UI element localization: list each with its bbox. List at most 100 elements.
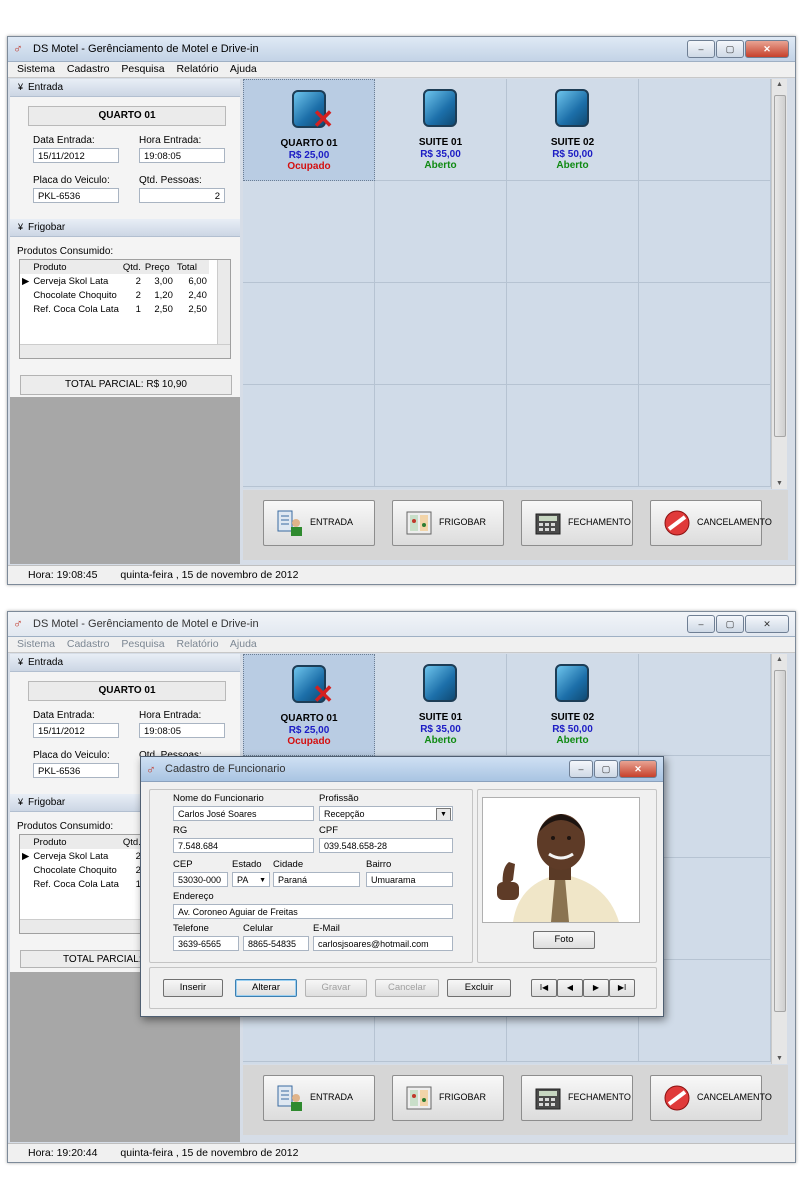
empty-room-slot[interactable] [639,385,771,487]
close-button[interactable]: ✕ [745,40,789,58]
fechamento-button[interactable]: FECHAMENTO [521,1075,633,1121]
room-card[interactable]: SUITE 02 R$ 50,00 Aberto [507,654,639,756]
frigobar-button[interactable]: FRIGOBAR [392,1075,504,1121]
menu-cadastro[interactable]: Cadastro [67,638,110,650]
pessoas-field[interactable]: 2 [139,188,225,203]
estado-select[interactable]: PA ▼ [232,872,270,887]
room-card[interactable]: ✕ QUARTO 01 R$ 25,00 Ocupado [243,79,375,181]
cpf-field[interactable]: 039.548.658-28 [319,838,453,853]
maximize-button[interactable]: ▢ [716,615,744,633]
maximize-button[interactable]: ▢ [716,40,744,58]
nome-field[interactable]: Carlos José Soares [173,806,314,821]
menu-pesquisa[interactable]: Pesquisa [121,638,164,650]
produtos-grid[interactable]: Produto Qtd. Preço Total ▶ Cerveja Skol … [19,259,231,359]
excluir-button[interactable]: Excluir [447,979,511,997]
table-row[interactable]: ▶ Cerveja Skol Lata 2 3,00 6,00 [20,274,209,288]
hora-entrada-field[interactable]: 19:08:05 [139,723,225,738]
rg-field[interactable]: 7.548.684 [173,838,314,853]
col-qtd[interactable]: Qtd. [120,260,143,274]
next-record-button[interactable]: ▶ [583,979,609,997]
room-card[interactable]: SUITE 01 R$ 35,00 Aberto [375,79,507,181]
empty-room-slot[interactable] [507,181,639,283]
telefone-field[interactable]: 3639-6565 [173,936,239,951]
menu-sistema[interactable]: Sistema [17,63,55,75]
empty-room-slot[interactable] [375,283,507,385]
rooms-scrollbar[interactable]: ▲ ▼ [771,654,787,1064]
scroll-up-icon[interactable]: ▲ [772,656,787,663]
minimize-button[interactable]: – [687,40,715,58]
menu-sistema[interactable]: Sistema [17,638,55,650]
last-record-button[interactable]: ▶I [609,979,635,997]
profissao-select[interactable]: Recepção ▼ [319,806,453,821]
col-preco[interactable]: Preço [142,260,175,274]
email-field[interactable]: carlosjsoares@hotmail.com [313,936,453,951]
chevron-down-icon[interactable]: ▼ [436,808,451,820]
endereco-field[interactable]: Av. Coroneo Aguiar de Freitas [173,904,453,919]
entrada-button[interactable]: ENTRADA [263,1075,375,1121]
data-entrada-field[interactable]: 15/11/2012 [33,723,119,738]
inserir-button[interactable]: Inserir [163,979,223,997]
scroll-thumb[interactable] [774,95,786,437]
gravar-button[interactable]: Gravar [305,979,367,997]
menu-pesquisa[interactable]: Pesquisa [121,63,164,75]
scroll-up-icon[interactable]: ▲ [772,81,787,88]
room-card[interactable]: ✕ QUARTO 01 R$ 25,00 Ocupado [243,654,375,756]
chevron-down-icon[interactable]: ▼ [259,873,266,886]
minimize-button[interactable]: – [569,760,593,778]
grid-vertical-scrollbar[interactable] [217,260,230,344]
entrada-section-header[interactable]: ¥ Entrada [10,79,240,97]
cep-field[interactable]: 53030-000 [173,872,228,887]
empty-room-slot[interactable] [243,181,375,283]
cidade-field[interactable]: Paraná [273,872,360,887]
room-card[interactable]: SUITE 01 R$ 35,00 Aberto [375,654,507,756]
fechamento-button[interactable]: FECHAMENTO [521,500,633,546]
empty-room-slot[interactable] [507,385,639,487]
foto-button[interactable]: Foto [533,931,595,949]
col-produto[interactable]: Produto [31,260,121,274]
empty-room-slot[interactable] [375,385,507,487]
empty-room-slot[interactable] [639,283,771,385]
alterar-button[interactable]: Alterar [235,979,297,997]
table-row[interactable]: Ref. Coca Cola Lata 1 [20,877,143,891]
data-entrada-field[interactable]: 15/11/2012 [33,148,119,163]
col-total[interactable]: Total [174,260,209,274]
empty-room-slot[interactable] [375,181,507,283]
hora-entrada-field[interactable]: 19:08:05 [139,148,225,163]
entrada-button[interactable]: ENTRADA [263,500,375,546]
empty-room-slot[interactable] [639,79,771,181]
close-button[interactable]: ✕ [745,615,789,633]
cancelamento-button[interactable]: CANCELAMENTO [650,500,772,546]
first-record-button[interactable]: I◀ [531,979,557,997]
placa-field[interactable]: PKL-6536 [33,188,119,203]
menu-ajuda[interactable]: Ajuda [230,63,257,75]
cancelar-button[interactable]: Cancelar [375,979,439,997]
celular-field[interactable]: 8865-54835 [243,936,309,951]
scroll-down-icon[interactable]: ▼ [772,480,787,487]
placa-field[interactable]: PKL-6536 [33,763,119,778]
menu-cadastro[interactable]: Cadastro [67,63,110,75]
menu-relatorio[interactable]: Relatório [177,638,219,650]
menu-relatorio[interactable]: Relatório [177,63,219,75]
frigobar-button[interactable]: FRIGOBAR [392,500,504,546]
table-row[interactable]: ▶ Cerveja Skol Lata 2 [20,849,143,863]
close-button[interactable]: ✕ [619,760,657,778]
col-produto[interactable]: Produto [31,835,121,849]
table-row[interactable]: Chocolate Choquito 2 1,20 2,40 [20,288,209,302]
empty-room-slot[interactable] [639,181,771,283]
empty-room-slot[interactable] [243,283,375,385]
empty-room-slot[interactable] [243,385,375,487]
prev-record-button[interactable]: ◀ [557,979,583,997]
scroll-thumb[interactable] [774,670,786,1012]
minimize-button[interactable]: – [687,615,715,633]
table-row[interactable]: Chocolate Choquito 2 [20,863,143,877]
bairro-field[interactable]: Umuarama [366,872,453,887]
rooms-scrollbar[interactable]: ▲ ▼ [771,79,787,489]
entrada-section-header[interactable]: ¥ Entrada [10,654,240,672]
maximize-button[interactable]: ▢ [594,760,618,778]
menu-ajuda[interactable]: Ajuda [230,638,257,650]
grid-horizontal-scrollbar[interactable] [20,344,230,358]
scroll-down-icon[interactable]: ▼ [772,1055,787,1062]
table-row[interactable]: Ref. Coca Cola Lata 1 2,50 2,50 [20,302,209,316]
empty-room-slot[interactable] [507,283,639,385]
frigobar-section-header[interactable]: ¥ Frigobar [10,219,240,237]
